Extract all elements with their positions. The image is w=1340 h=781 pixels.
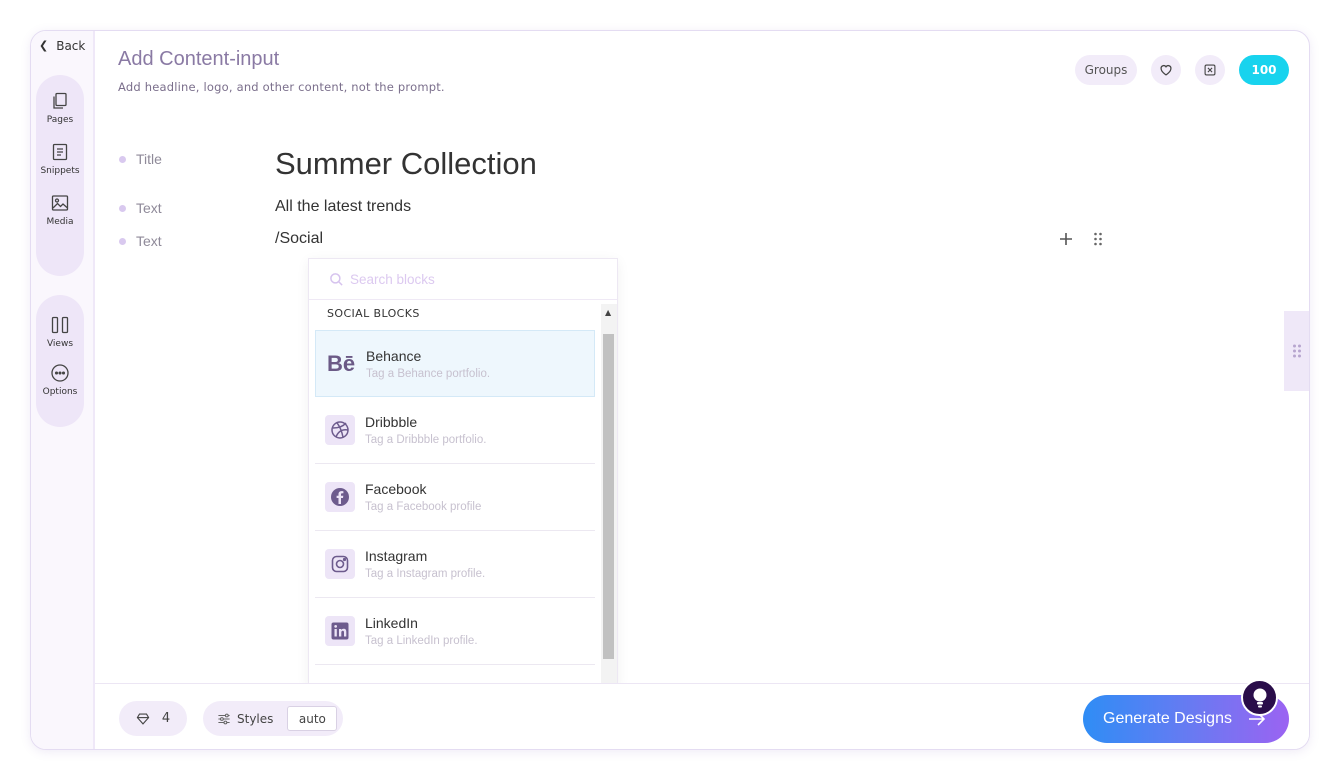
favorite-button[interactable] (1151, 55, 1181, 85)
row-label-text: Text (136, 233, 162, 249)
text-content-2-input[interactable]: /Social (275, 230, 323, 248)
block-description: Tag a Dribbble portfolio. (365, 434, 487, 446)
rail-top-group: Pages Snippets Media (36, 75, 84, 276)
grip-dots-icon (1293, 344, 1301, 358)
rail-snippets-label: Snippets (40, 166, 80, 176)
block-name: Behance (366, 347, 422, 364)
rail-views-button[interactable]: Views (36, 315, 84, 349)
row-label-text: Title (136, 151, 162, 167)
block-item-dribbble[interactable]: Dribbble Tag a Dribbble portfolio. (315, 397, 595, 464)
block-description: Tag a Behance portfolio. (366, 367, 491, 380)
options-icon (51, 364, 69, 382)
scroll-up-arrow-icon[interactable]: ▲ (605, 308, 611, 317)
rail-snippets-button[interactable]: Snippets (36, 142, 84, 176)
block-item-behance[interactable]: Bē Behance Tag a Behance portfolio. (315, 330, 595, 397)
block-picker-dropdown: SOCIAL BLOCKS Bē Behance Tag a Behance p… (308, 258, 618, 688)
behance-icon: Bē (326, 350, 356, 376)
rail-bottom-group: Views Options (36, 295, 84, 427)
diamond-icon (136, 713, 150, 725)
row-label-text-2: Text (119, 233, 162, 249)
rail-pages-button[interactable]: Pages (36, 91, 84, 125)
header-actions: Groups 100 (1075, 55, 1289, 85)
rail-options-label: Options (42, 387, 78, 397)
groups-button[interactable]: Groups (1075, 55, 1137, 85)
assistant-button[interactable] (1241, 679, 1278, 716)
block-name: Dribbble (365, 414, 418, 430)
generate-label: Generate Designs (1103, 710, 1232, 727)
views-icon (51, 316, 69, 334)
bullet-dot (119, 237, 126, 245)
rail-media-button[interactable]: Media (36, 193, 84, 227)
snippets-icon (52, 143, 68, 161)
rail-options-button[interactable]: Options (36, 363, 84, 397)
bullet-dot (119, 155, 126, 163)
block-description: Tag a Instagram profile. (365, 568, 486, 580)
footer-bar: 4 Styles auto Generate Designs (95, 683, 1309, 749)
styles-label: Styles (237, 711, 274, 726)
text-content-1[interactable]: All the latest trends (275, 198, 411, 216)
block-name: Instagram (365, 548, 428, 564)
bullet-dot (119, 204, 126, 212)
search-blocks-input[interactable] (350, 271, 590, 287)
row-label-title: Title (119, 151, 162, 167)
rail-pages-label: Pages (46, 115, 74, 125)
title-content[interactable]: Summer Collection (275, 146, 537, 182)
add-block-button[interactable] (1059, 227, 1073, 251)
block-item-linkedin[interactable]: LinkedIn Tag a LinkedIn profile. (315, 598, 595, 665)
left-rail: ❮ Back Pages Snippets Media Views Option… (31, 31, 95, 749)
section-header: SOCIAL BLOCKS (327, 306, 420, 320)
block-item-instagram[interactable]: Instagram Tag a Instagram profile. (315, 531, 595, 598)
dropdown-scrollbar[interactable]: ▲ (601, 304, 617, 687)
scroll-thumb[interactable] (603, 334, 614, 659)
search-row (309, 259, 617, 300)
styles-control[interactable]: Styles auto (203, 701, 343, 736)
rail-views-label: Views (46, 339, 74, 349)
block-name: Facebook (365, 481, 427, 497)
export-button[interactable] (1195, 55, 1225, 85)
page-subtitle: Add headline, logo, and other content, n… (118, 80, 445, 94)
pages-icon (53, 92, 67, 109)
plus-icon (1060, 233, 1072, 245)
block-description: Tag a Facebook profile (365, 501, 482, 513)
credits-badge[interactable]: 100 (1239, 55, 1289, 85)
back-label: Back (56, 39, 86, 53)
block-description: Tag a LinkedIn profile. (365, 635, 478, 647)
facebook-icon (325, 482, 355, 512)
heart-icon (1160, 65, 1172, 76)
rail-media-label: Media (46, 217, 74, 227)
export-icon (1204, 64, 1216, 76)
row-label-text-1: Text (119, 200, 162, 216)
drag-handle[interactable] (1093, 227, 1103, 251)
instagram-icon (325, 549, 355, 579)
block-item-facebook[interactable]: Facebook Tag a Facebook profile (315, 464, 595, 531)
page-title: Add Content-input (118, 48, 280, 70)
styles-select[interactable]: auto (287, 706, 338, 731)
grip-dots-icon (1094, 232, 1102, 246)
sliders-icon (218, 713, 230, 724)
linkedin-icon (325, 616, 355, 646)
app-window: ❮ Back Pages Snippets Media Views Option… (30, 30, 1310, 750)
row-label-text: Text (136, 200, 162, 216)
back-button[interactable]: ❮ Back (39, 38, 86, 54)
assistant-bulb-icon (1253, 688, 1266, 707)
gem-counter[interactable]: 4 (119, 701, 187, 736)
gem-count: 4 (161, 711, 171, 726)
media-icon (51, 195, 69, 211)
block-name: LinkedIn (365, 615, 418, 631)
side-panel-handle[interactable] (1284, 311, 1309, 391)
social-blocks-list: Bē Behance Tag a Behance portfolio. Drib… (315, 330, 595, 665)
search-icon (330, 272, 343, 286)
row-tools (1059, 227, 1103, 251)
chevron-left-icon: ❮ (39, 38, 49, 52)
dribbble-icon (325, 415, 355, 445)
